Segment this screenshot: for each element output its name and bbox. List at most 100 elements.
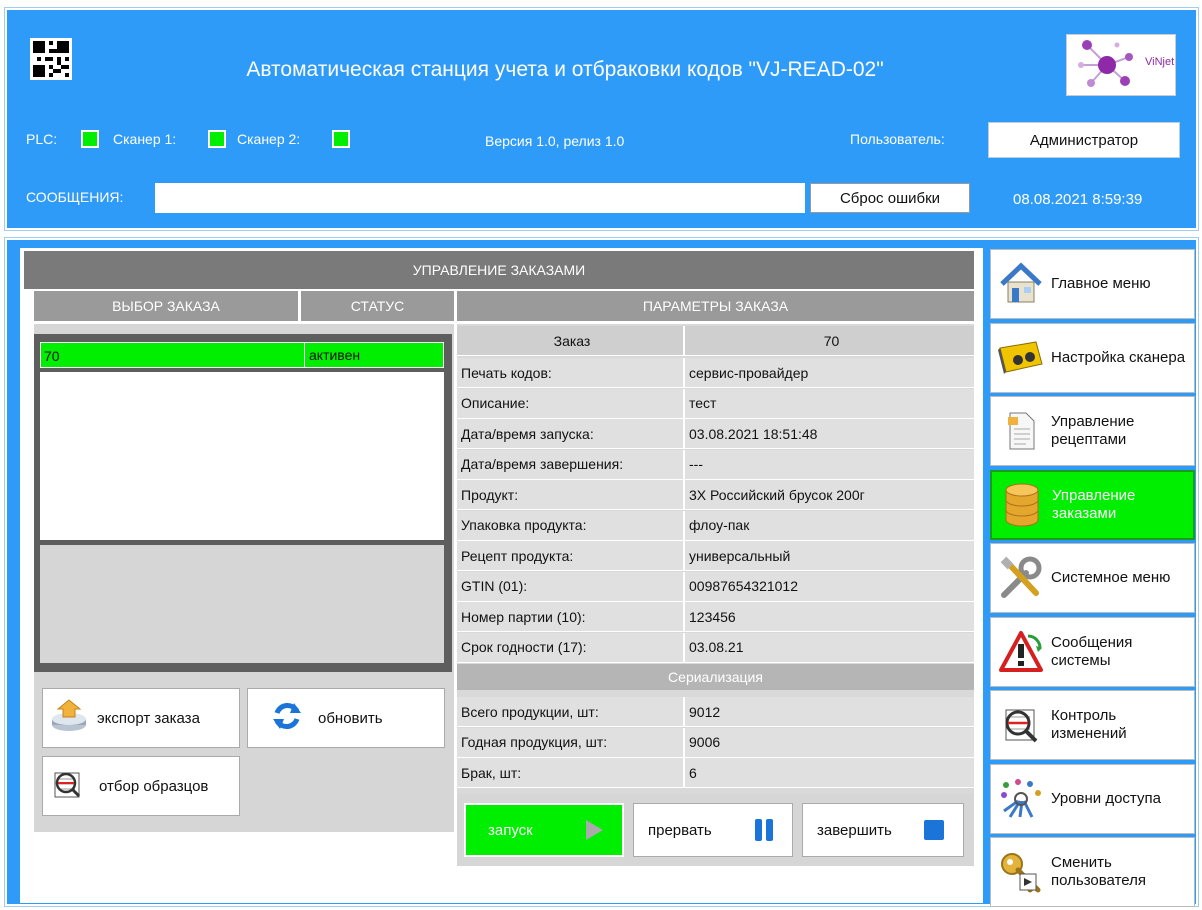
order-details-area [40,545,444,663]
user-label: Пользователь: [850,131,945,147]
export-icon [49,699,97,737]
order-list-area[interactable] [40,372,444,540]
param-label: Дата/время запуска: [457,419,683,448]
nav-item[interactable]: Настройка сканера [990,322,1195,393]
nav-item[interactable]: Главное меню [990,249,1195,319]
param-value: 03.08.21 [683,632,974,662]
serial-value: 9012 [683,697,974,726]
param-row: Рецепт продукта: универсальный [457,541,974,571]
nav-item[interactable]: Контроль изменений [990,690,1195,760]
refresh-label: обновить [318,709,383,727]
param-label: Рецепт продукта: [457,541,683,570]
serial-row: Брак, шт: 6 [457,758,974,788]
param-value: тест [683,388,974,418]
scanner1-status-led [208,130,226,148]
param-value: 03.08.2021 18:51:48 [683,419,974,448]
params-head-label: Заказ [457,326,683,355]
nav-item[interactable]: Управление заказами [990,469,1195,540]
param-value: универсальный [683,541,974,570]
nav-item[interactable]: Сообщения системы [990,616,1195,687]
stop-icon [924,820,944,840]
param-value: 123456 [683,602,974,631]
nav-item-label: Сменить пользователя [1051,854,1146,889]
param-row: Дата/время завершения: --- [457,449,974,480]
logo-text: ViNjet [1145,56,1175,68]
param-label: Печать кодов: [457,358,683,387]
vinjet-logo: ViNjet [1066,34,1176,96]
nav-item[interactable]: Уровни доступа [990,763,1195,834]
finish-label: завершить [817,821,892,839]
scanner1-label: Сканер 1: [113,131,177,147]
param-row: Номер партии (10): 123456 [457,602,974,632]
database-icon [996,479,1048,531]
serialization-title: Сериализация [457,664,974,690]
params-head-row: Заказ 70 [457,326,974,356]
warning-icon [995,626,1047,678]
messages-label: СООБЩЕНИЯ: [26,189,124,205]
param-label: Описание: [457,388,683,418]
start-label: запуск [488,821,533,839]
sample-selection-button[interactable]: отбор образцов [42,756,240,816]
key-icon [995,846,1047,898]
app-title: Автоматическая станция учета и отбраковк… [246,58,884,81]
order-number: 70 [44,348,60,364]
nav-item-label: Управление рецептами [1051,413,1135,448]
param-row: Продукт: 3X Российский брусок 200г [457,480,974,510]
serial-label: Всего продукции, шт: [457,697,683,726]
datetime-display: 08.08.2021 8:59:39 [1013,191,1143,208]
param-label: Срок годности (17): [457,632,683,662]
param-value: флоу-пак [683,510,974,540]
scanner2-status-led [332,130,350,148]
nav-item-label: Уровни доступа [1051,789,1161,807]
param-row: Дата/время запуска: 03.08.2021 18:51:48 [457,419,974,449]
play-icon [586,820,603,840]
sample-selection-label: отбор образцов [99,777,209,795]
param-value: --- [683,449,974,479]
nav-item[interactable]: Управление рецептами [990,396,1195,466]
export-order-button[interactable]: экспорт заказа [42,688,240,748]
messages-field [155,183,805,213]
refresh-button[interactable]: обновить [247,688,445,748]
param-label: Упаковка продукта: [457,510,683,540]
document-icon [995,405,1047,457]
params-head-value: 70 [683,326,974,355]
nav-item[interactable]: Сменить пользователя [990,837,1195,907]
param-row: Печать кодов: сервис-провайдер [457,358,974,388]
refresh-icon [270,699,318,737]
param-row: Упаковка продукта: флоу-пак [457,510,974,541]
nav-item-label: Настройка сканера [1051,348,1186,366]
col-header-select: ВЫБОР ЗАКАЗА [34,291,298,321]
nav-item[interactable]: Системное меню [990,543,1195,613]
param-row: GTIN (01): 00987654321012 [457,571,974,602]
users-keys-icon [995,773,1047,825]
plc-status-led [81,130,99,148]
nav-item-label: Сообщения системы [1051,633,1133,669]
param-row: Описание: тест [457,388,974,419]
finish-button[interactable]: завершить [802,803,964,857]
param-label: Продукт: [457,480,683,509]
start-button[interactable]: запуск [464,803,624,857]
pause-button[interactable]: прервать [633,803,793,857]
tools-icon [995,552,1047,604]
nav-item-label: Главное меню [1051,275,1151,292]
pause-icon [755,819,773,841]
param-value: сервис-провайдер [683,358,974,387]
house-icon [995,258,1047,310]
plc-label: PLC: [26,131,58,147]
param-value: 00987654321012 [683,571,974,601]
orders-title: УПРАВЛЕНИЕ ЗАКАЗАМИ [24,251,974,289]
nav-item-label: Контроль изменений [1051,707,1127,742]
serial-value: 6 [683,758,974,787]
serial-label: Брак, шт: [457,758,683,787]
param-value: 3X Российский брусок 200г [683,480,974,509]
serial-row: Всего продукции, шт: 9012 [457,697,974,727]
param-label: Дата/время завершения: [457,449,683,479]
order-row[interactable]: 70 активен [40,342,444,368]
param-label: Номер партии (10): [457,602,683,631]
reset-error-button[interactable]: Сброс ошибки [810,183,970,213]
qr-code-icon [30,38,72,80]
param-label: GTIN (01): [457,571,683,601]
serial-row: Годная продукция, шт: 9006 [457,727,974,758]
current-user-field[interactable]: Администратор [988,122,1180,158]
params-title: ПАРАМЕТРЫ ЗАКАЗА [457,291,974,321]
